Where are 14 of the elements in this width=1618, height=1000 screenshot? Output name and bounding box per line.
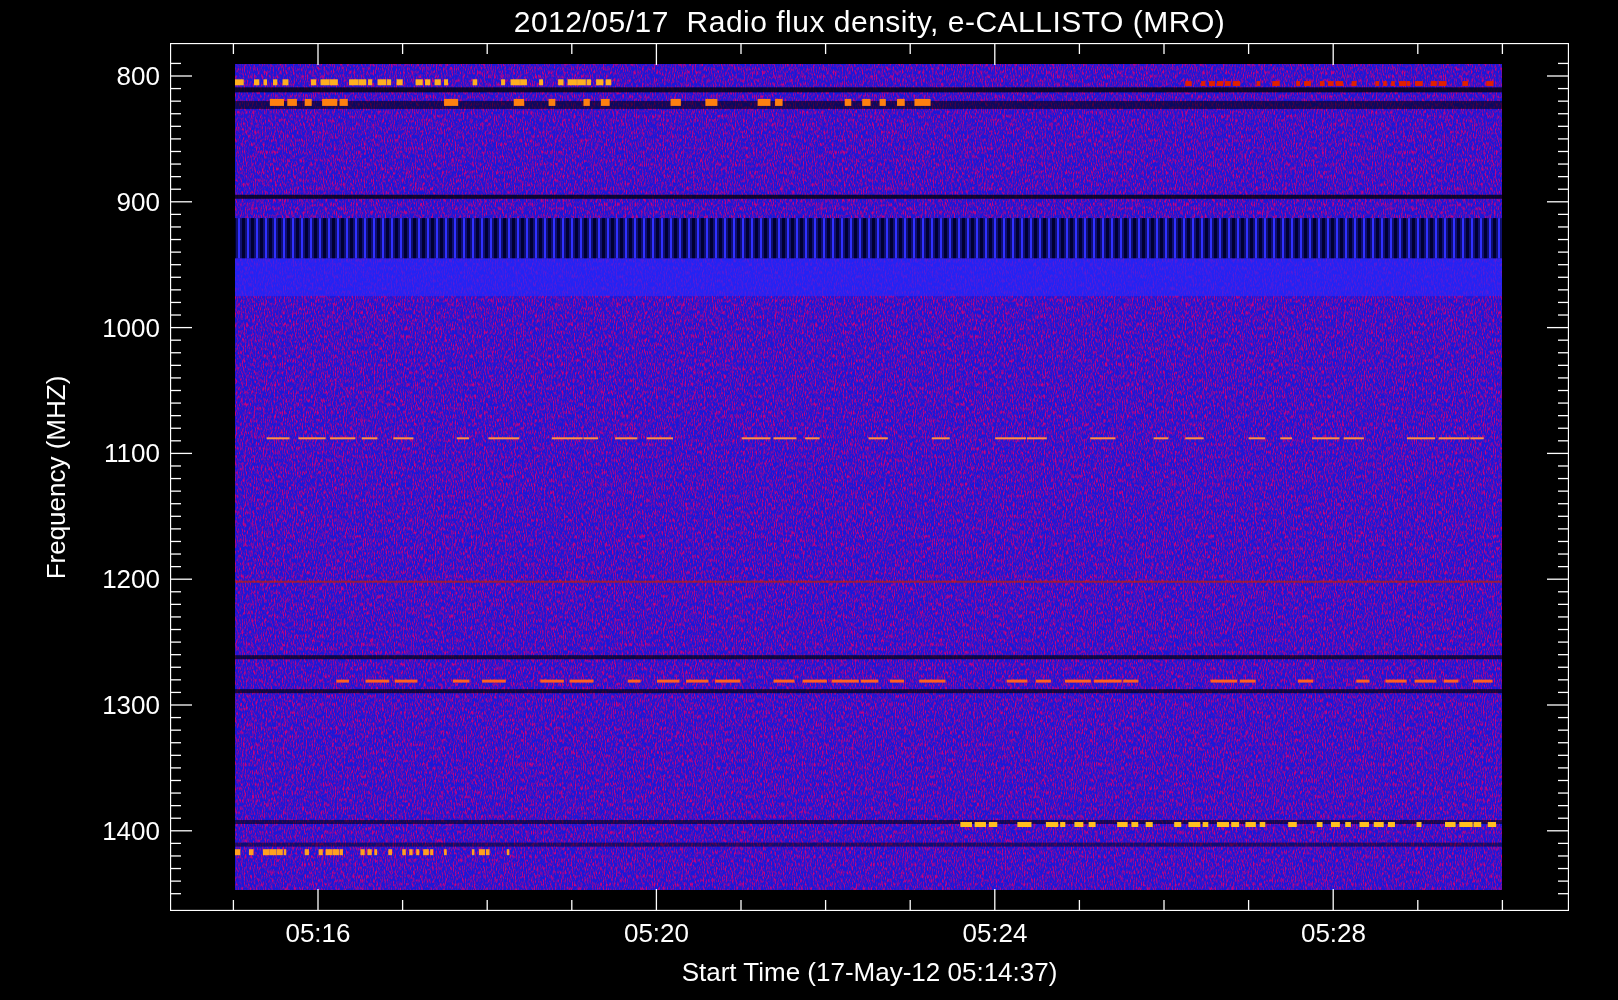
y-tick-label: 1400 bbox=[102, 815, 160, 846]
y-tick-label: 1200 bbox=[102, 564, 160, 595]
x-tick-label: 05:20 bbox=[622, 918, 691, 948]
y-tick-label: 800 bbox=[116, 61, 160, 91]
y-tick-label: 900 bbox=[116, 186, 160, 217]
x-tick-label: 05:16 bbox=[284, 918, 352, 948]
chart-title: 2012/05/17 Radio flux density, e-CALLISTO (MRO) bbox=[512, 4, 1227, 40]
y-axis-label: Frequency (MHZ) bbox=[41, 375, 73, 579]
y-tick-label: 1300 bbox=[102, 690, 160, 720]
x-tick-label: 05:28 bbox=[1299, 918, 1368, 948]
y-tick-label: 1100 bbox=[104, 438, 160, 469]
x-tick-label: 05:24 bbox=[961, 918, 1029, 948]
x-axis-label: Start Time (17-May-12 05:14:37) bbox=[680, 956, 1059, 989]
y-tick-label: 1000 bbox=[102, 312, 160, 343]
